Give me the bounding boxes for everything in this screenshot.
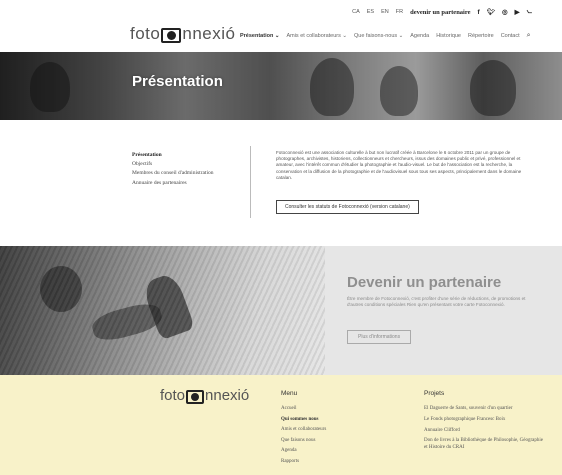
nav-item-amis[interactable]: Amis et collaborateurs ⌄ (286, 33, 347, 41)
sidebar-item-presentation[interactable]: Présentation (132, 152, 214, 158)
youtube-icon[interactable]: ▶ (515, 8, 520, 16)
facebook-icon[interactable]: f (478, 9, 480, 16)
project-link[interactable]: Le Fonds photographique Francesc Boix (424, 417, 544, 424)
sidebar-item-membres[interactable]: Membres du conseil d'administration (132, 170, 214, 176)
more-info-button[interactable]: Plus d'informations (347, 330, 412, 344)
nav-item-historique[interactable]: Historique (436, 33, 461, 41)
logo-text-start: foto (130, 24, 161, 43)
footer-logo[interactable]: foto nnexió (160, 387, 249, 404)
logo-text-start: foto (160, 387, 186, 404)
nav-item-que-faisons[interactable]: Que faisons-nous ⌄ (354, 33, 403, 41)
main-nav: Présentation ⌄ Amis et collaborateurs ⌄ … (240, 32, 531, 41)
statuts-button[interactable]: Consulter les statuts de Fotoconnexió (v… (276, 200, 419, 214)
site-header: CA ES EN FR devenir un partenaire f 🐦︎ ◎… (0, 0, 562, 52)
project-link[interactable]: Don de livres à la Bibliothèque de Philo… (424, 438, 544, 451)
lang-es[interactable]: ES (367, 9, 374, 15)
lang-ca[interactable]: CA (352, 9, 360, 15)
nav-item-presentation[interactable]: Présentation ⌄ (240, 33, 279, 41)
partner-title: Devenir un partenaire (347, 274, 502, 291)
twitter-icon[interactable]: 🐦︎ (487, 8, 495, 16)
project-link[interactable]: Annuaire Clifford (424, 428, 544, 435)
footer-projects-title: Projets (424, 390, 445, 397)
search-icon[interactable]: ⌕ (527, 32, 531, 40)
hero-banner: Présentation (0, 52, 562, 120)
lang-en[interactable]: EN (381, 9, 389, 15)
nav-item-agenda[interactable]: Agenda (410, 33, 429, 41)
camera-logo-icon (186, 389, 205, 404)
lang-fr[interactable]: FR (396, 9, 403, 15)
nav-item-contact[interactable]: Contact (501, 33, 520, 41)
hero-overlay (0, 52, 562, 120)
photo-texture (0, 246, 325, 375)
footer-menu-title: Menu (281, 390, 298, 397)
partner-link[interactable]: devenir un partenaire (410, 9, 470, 16)
footer-link-accueil[interactable]: Accueil (281, 406, 326, 411)
rss-icon[interactable]: ⦦ (527, 8, 532, 16)
footer-link-qui-sommes-nous[interactable]: Qui sommes nous (281, 417, 326, 422)
instagram-icon[interactable]: ◎ (502, 8, 508, 16)
site-footer: foto nnexió Menu Accueil Qui sommes nous… (0, 375, 562, 475)
camera-logo-icon (161, 27, 182, 43)
footer-menu: Accueil Qui sommes nous Amis et collabor… (281, 406, 326, 470)
sidebar-item-annuaire[interactable]: Annuaire des partenaires (132, 180, 214, 186)
partner-text: Être membre de Fotoconnexió, c'est profi… (347, 296, 526, 308)
partner-banner: Devenir un partenaire Être membre de Fot… (0, 246, 562, 375)
project-link[interactable]: El Daguerre de Sants, souvenir d'un quar… (424, 406, 544, 413)
page-title: Présentation (132, 73, 223, 90)
sidebar-item-objectifs[interactable]: Objectifs (132, 161, 214, 167)
presentation-text: Fotoconnexió est une association culture… (276, 150, 522, 180)
nav-item-repertoire[interactable]: Répertoire (468, 33, 494, 41)
site-logo[interactable]: foto nnexió (130, 24, 235, 44)
footer-projects: El Daguerre de Sants, souvenir d'un quar… (424, 406, 544, 456)
presentation-section: Présentation Objectifs Membres du consei… (0, 120, 562, 246)
footer-link-que-faisons[interactable]: Que faisons nous (281, 438, 326, 443)
footer-link-agenda[interactable]: Agenda (281, 448, 326, 453)
logo-text-end: nnexió (182, 24, 236, 43)
divider (250, 146, 251, 218)
footer-link-rapports[interactable]: Rapports (281, 459, 326, 464)
logo-text-end: nnexió (205, 387, 250, 404)
footer-link-amis[interactable]: Amis et collaborateurs (281, 427, 326, 432)
section-sidebar: Présentation Objectifs Membres du consei… (132, 152, 214, 189)
top-bar: CA ES EN FR devenir un partenaire f 🐦︎ ◎… (352, 8, 532, 16)
partner-photo (0, 246, 325, 375)
